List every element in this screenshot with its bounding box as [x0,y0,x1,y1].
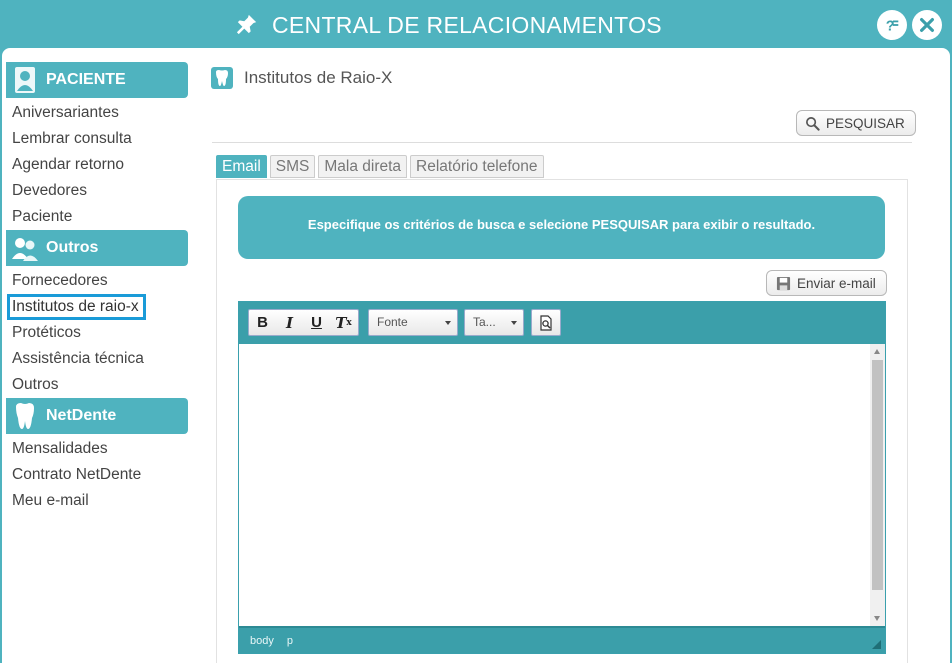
section-paciente: PACIENTE [6,62,188,98]
editor-body[interactable] [239,344,885,626]
sidebar-item-devedores[interactable]: Devedores [6,178,188,204]
resize-grip-icon[interactable] [872,640,881,649]
send-email-label: Enviar e-mail [797,275,876,291]
search-button-label: PESQUISAR [826,115,905,131]
sidebar-item-contrato-netdente[interactable]: Contrato NetDente [6,462,188,488]
underline-button[interactable]: U [303,310,330,335]
sidebar: PACIENTE Aniversariantes Lembrar consult… [6,62,188,514]
sidebar-item-mensalidades[interactable]: Mensalidades [6,436,188,462]
path-body[interactable]: body [250,635,274,647]
sidebar-item-fornecedores[interactable]: Fornecedores [6,268,188,294]
tab-email[interactable]: Email [216,155,267,178]
send-email-button[interactable]: Enviar e-mail [766,270,887,296]
format-button-group: B I U Tx [248,309,359,336]
size-select-value: Ta... [473,315,496,329]
path-p[interactable]: p [287,635,293,647]
sidebar-item-agendar-retorno[interactable]: Agendar retorno [6,152,188,178]
people-icon [12,238,38,261]
tooth-icon [16,403,34,429]
sidebar-item-meu-email[interactable]: Meu e-mail [6,488,188,514]
close-icon [920,18,934,32]
sidebar-item-institutos-de-raio-x[interactable]: Institutos de raio-x [7,294,146,320]
email-tab-panel: Especifique os critérios de busca e sele… [216,179,908,663]
header-divider [212,142,912,143]
scroll-up-arrow-icon[interactable] [874,349,880,354]
sidebar-item-outros[interactable]: Outros [6,372,188,398]
tab-relatorio-telefone[interactable]: Relatório telefone [410,155,544,178]
pin-icon [236,14,257,35]
tab-sms[interactable]: SMS [269,155,316,178]
search-button[interactable]: PESQUISAR [796,110,916,136]
section-outros-title: Outros [46,239,99,256]
section-netdente-title: NetDente [46,407,117,424]
font-select-value: Fonte [377,315,408,329]
font-select[interactable]: Fonte [368,309,458,336]
editor-scrollbar[interactable] [870,344,885,626]
page-title: Institutos de Raio-X [244,68,393,87]
sidebar-item-assistencia-tecnica[interactable]: Assistência técnica [6,346,188,372]
remove-format-button[interactable]: Tx [330,310,357,335]
rich-text-editor: B I U Tx Fonte Ta... body p [238,301,886,654]
help-button[interactable]: ? [877,10,907,40]
italic-button[interactable]: I [276,310,303,335]
tab-bar: Email SMS Mala direta Relatório telefone [216,155,544,178]
scroll-thumb[interactable] [872,360,883,590]
editor-toolbar: B I U Tx Fonte Ta... [239,302,885,344]
chevron-down-icon [445,321,451,325]
section-paciente-title: PACIENTE [46,71,126,88]
tab-mala-direta[interactable]: Mala direta [318,155,408,178]
sidebar-item-paciente[interactable]: Paciente [6,204,188,230]
title-bar: CENTRAL DE RELACIONAMENTOS ? [0,0,952,50]
help-icon: ? [886,18,899,34]
sidebar-item-lembrar-consulta[interactable]: Lembrar consulta [6,126,188,152]
preview-icon [540,314,552,331]
close-button[interactable] [912,10,942,40]
bold-button[interactable]: B [249,310,276,335]
info-message: Especifique os critérios de busca e sele… [238,196,885,259]
sidebar-item-aniversariantes[interactable]: Aniversariantes [6,100,188,126]
scroll-down-arrow-icon[interactable] [874,616,880,621]
sidebar-item-proteticos[interactable]: Protéticos [6,320,188,346]
section-netdente: NetDente [6,398,188,434]
size-select[interactable]: Ta... [464,309,524,336]
save-icon [776,276,791,290]
xray-tooth-icon [211,67,233,89]
preview-button[interactable] [531,309,561,336]
content-area: Institutos de Raio-X PESQUISAR Email SMS… [210,58,916,663]
editor-status-bar: body p [239,626,885,653]
element-path: body p [250,635,303,647]
chevron-down-icon [511,321,517,325]
remove-format-label: T [335,313,347,332]
patient-icon [15,67,35,93]
section-outros: Outros [6,230,188,266]
main-window: PACIENTE Aniversariantes Lembrar consult… [2,48,950,663]
window-title: CENTRAL DE RELACIONAMENTOS [272,12,662,38]
remove-format-sub: x [346,317,352,328]
search-icon [806,116,820,131]
